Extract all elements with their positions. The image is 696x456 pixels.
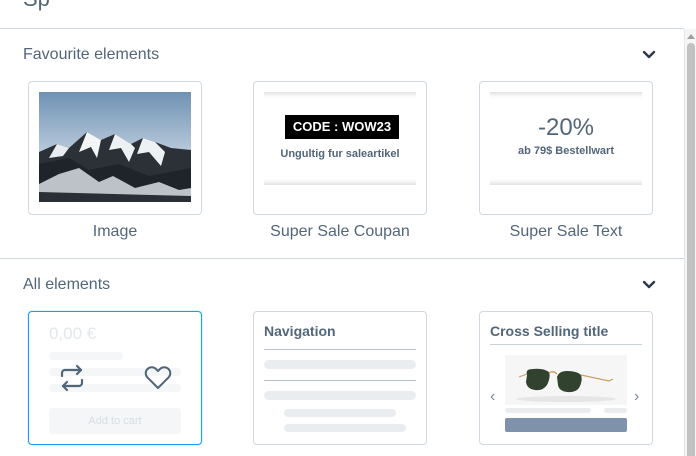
navigation-divider	[264, 349, 416, 350]
cross-selling-title: Cross Selling title	[490, 323, 609, 339]
heart-icon[interactable]	[143, 364, 173, 392]
favourite-image-label: Image	[92, 223, 138, 240]
navigation-divider	[264, 380, 416, 381]
add-to-cart-button[interactable]: Add to cart	[49, 408, 181, 434]
navigation-title: Navigation	[264, 323, 336, 339]
chevron-down-icon[interactable]	[642, 50, 656, 60]
price-text: 0,00 €	[49, 324, 97, 343]
mountain-image	[39, 92, 191, 202]
scroll-up-arrow-icon[interactable]	[687, 34, 695, 39]
favourites-section-header[interactable]: Favourite elements	[0, 40, 684, 70]
section-divider	[0, 258, 684, 259]
favourites-section-title: Favourite elements	[23, 46, 160, 63]
coupon-note: Ungultig fur saleartikel	[280, 148, 400, 160]
scrollbar-thumb[interactable]	[687, 43, 695, 456]
all-elements-section-title: All elements	[23, 276, 111, 293]
favourite-sale-text-card[interactable]: -20% ab 79$ Bestellwart	[479, 81, 653, 215]
favourite-image-card[interactable]	[28, 81, 202, 215]
placeholder-bar	[604, 408, 627, 413]
coupon-code: CODE : WOW23	[285, 115, 399, 139]
coupon-preview: CODE : WOW23 Ungultig fur saleartikel	[264, 92, 416, 185]
cross-selling-card[interactable]: Cross Selling title ‹ ›	[479, 311, 653, 445]
placeholder-bar	[264, 391, 416, 400]
sale-text-preview: -20% ab 79$ Bestellwart	[490, 92, 642, 185]
navigation-card[interactable]: Navigation	[253, 311, 427, 445]
modal-header: Sp	[0, 0, 684, 29]
placeholder-bar	[264, 360, 416, 369]
chevron-right-icon[interactable]: ›	[634, 388, 639, 406]
sale-discount: -20%	[537, 114, 595, 141]
modal-title: Sp	[23, 0, 50, 12]
sale-note: ab 79$ Bestellwart	[518, 145, 614, 157]
cross-selling-divider	[490, 344, 642, 345]
all-elements-section-header[interactable]: All elements	[0, 270, 684, 300]
buy-box-card[interactable]: 0,00 € Add to cart	[28, 311, 202, 445]
favourite-coupon-label: Super Sale Coupan	[270, 223, 410, 240]
favourite-sale-text-label: Super Sale Text	[509, 223, 623, 240]
chevron-left-icon[interactable]: ‹	[490, 388, 495, 406]
sunglasses-image	[505, 355, 627, 405]
placeholder-bar	[284, 409, 396, 417]
chevron-down-icon[interactable]	[642, 280, 656, 290]
placeholder-bar	[505, 408, 591, 413]
repeat-icon[interactable]	[57, 363, 87, 393]
placeholder-bar	[284, 424, 406, 432]
favourite-coupon-card[interactable]: CODE : WOW23 Ungultig fur saleartikel	[253, 81, 427, 215]
cross-selling-button[interactable]	[505, 418, 627, 432]
scrollbar[interactable]	[684, 29, 696, 456]
placeholder-line	[49, 352, 123, 360]
